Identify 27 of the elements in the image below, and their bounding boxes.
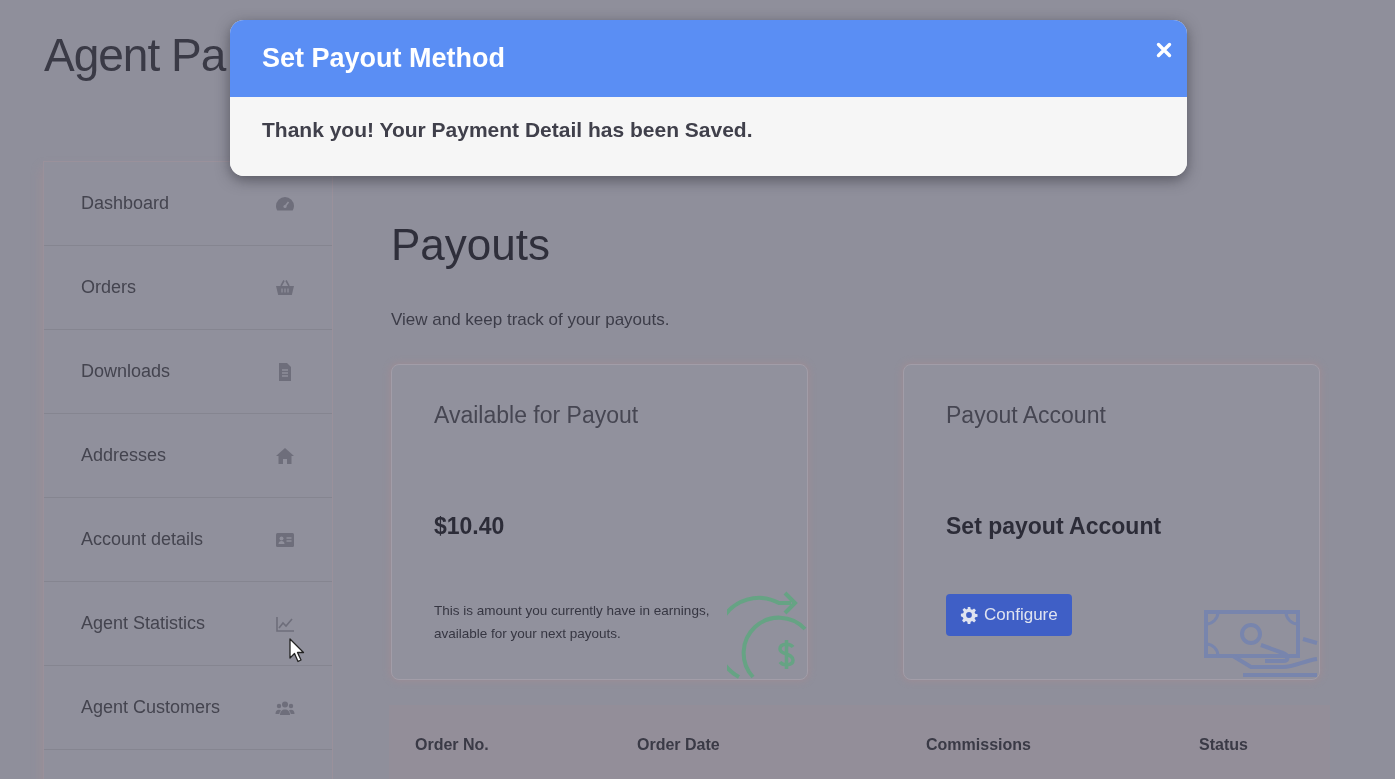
sidebar-item[interactable]: Downloads (44, 330, 332, 414)
modal-title: Set Payout Method (262, 42, 505, 75)
section-heading: Payouts (391, 219, 551, 271)
section-description: View and keep track of your payouts. (391, 309, 671, 331)
sidebar-item[interactable]: Account details (44, 498, 332, 582)
balance-amount: $10.40 (434, 512, 506, 541)
column-header: Status (1199, 735, 1249, 755)
close-icon (1156, 42, 1172, 58)
account-status: Set payout Account (946, 512, 1163, 541)
mouse-pointer-icon (289, 638, 305, 663)
gear-icon (960, 606, 978, 624)
basket-icon (275, 277, 295, 298)
sidebar-item[interactable]: Agent Customers (44, 666, 332, 750)
sidebar-item[interactable]: Orders (44, 246, 332, 330)
column-header: Order Date (637, 735, 721, 755)
cash-in-hand-icon (1203, 609, 1319, 679)
page-title: Agent Pa (44, 28, 226, 83)
modal-message: Thank you! Your Payment Detail has been Saved. (262, 117, 754, 143)
card-title: Payout Account (946, 401, 1107, 429)
close-button[interactable] (1156, 42, 1172, 58)
card-title: Available for Payout (434, 401, 640, 429)
card-description: This is amount you currently have in earnings, available for your next payouts. (434, 602, 711, 643)
column-header: Order No. (415, 735, 490, 755)
house-icon (275, 445, 295, 466)
sidebar-item[interactable]: Addresses (44, 414, 332, 498)
column-header: Commissions (926, 735, 1032, 755)
configure-button[interactable]: Configure (946, 594, 1072, 636)
